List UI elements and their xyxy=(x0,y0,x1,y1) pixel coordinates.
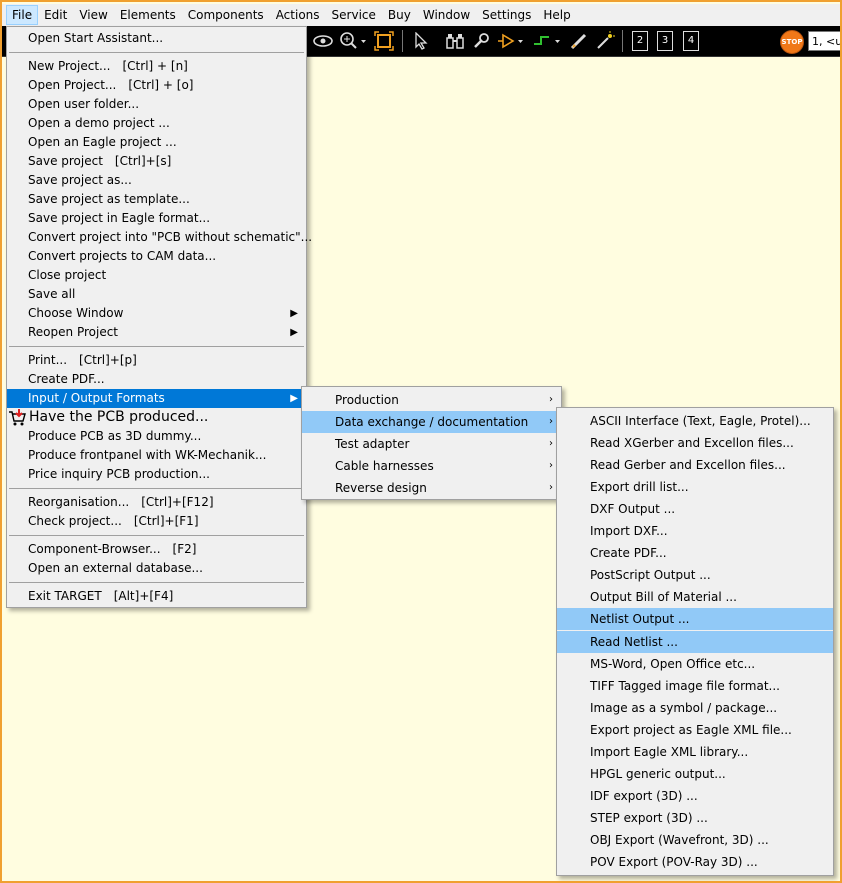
save-all-item[interactable]: Save all xyxy=(7,285,306,304)
zoom-icon[interactable] xyxy=(338,30,368,52)
bill-of-material-item[interactable]: Output Bill of Material ... xyxy=(557,586,833,608)
doc-2-button[interactable]: 2 xyxy=(632,31,648,51)
fit-screen-icon[interactable] xyxy=(372,30,396,52)
reopen-project-item[interactable]: Reopen Project ▶ xyxy=(7,323,306,342)
choose-window-item[interactable]: Choose Window ▶ xyxy=(7,304,306,323)
frontpanel-item[interactable]: Produce frontpanel with WK-Mechanik... xyxy=(7,446,306,465)
menu-file[interactable]: File xyxy=(6,5,39,25)
pencil-icon[interactable] xyxy=(568,30,590,52)
obj-export-item[interactable]: OBJ Export (Wavefront, 3D) ... xyxy=(557,829,833,851)
production-item[interactable]: Production › xyxy=(302,389,561,411)
convert-cam-item[interactable]: Convert projects to CAM data... xyxy=(7,247,306,266)
menu-view[interactable]: View xyxy=(73,5,113,25)
export-eagle-xml-item[interactable]: Export project as Eagle XML file... xyxy=(557,719,833,741)
submenu-arrow-icon: › xyxy=(549,394,553,405)
submenu-arrow-icon: › xyxy=(549,416,553,427)
magic-wand-icon[interactable] xyxy=(594,30,616,52)
menu-help[interactable]: Help xyxy=(537,5,576,25)
export-drill-list-item[interactable]: Export drill list... xyxy=(557,476,833,498)
menu-actions[interactable]: Actions xyxy=(270,5,326,25)
component-browser-item[interactable]: Component-Browser... [F2] xyxy=(7,540,306,559)
pointer-icon[interactable] xyxy=(410,30,432,52)
eye-icon[interactable] xyxy=(312,30,334,52)
io-formats-submenu: Production › Data exchange / documentatio… xyxy=(301,386,562,500)
menu-window[interactable]: Window xyxy=(417,5,476,25)
file-menu: Open Start Assistant... New Project... [C… xyxy=(6,26,312,608)
stop-icon[interactable]: STOP xyxy=(780,30,804,54)
submenu-arrow-icon: › xyxy=(549,438,553,449)
menu-edit[interactable]: Edit xyxy=(38,5,73,25)
submenu-arrow-icon: ▶ xyxy=(290,327,298,338)
cable-harnesses-item[interactable]: Cable harnesses › xyxy=(302,455,561,477)
pov-export-item[interactable]: POV Export (POV-Ray 3D) ... xyxy=(557,851,833,873)
import-dxf-item[interactable]: Import DXF... xyxy=(557,520,833,542)
have-pcb-produced-item[interactable]: Have the PCB produced... xyxy=(7,408,306,427)
import-eagle-xml-item[interactable]: Import Eagle XML library... xyxy=(557,741,833,763)
save-project-item[interactable]: Save project [Ctrl]+[s] xyxy=(7,152,306,171)
menu-buy[interactable]: Buy xyxy=(382,5,417,25)
reverse-design-item[interactable]: Reverse design › xyxy=(302,477,561,499)
component-icon[interactable] xyxy=(496,30,526,52)
new-project-item[interactable]: New Project... [Ctrl] + [n] xyxy=(7,57,306,76)
doc-4-button[interactable]: 4 xyxy=(683,31,699,51)
external-database-item[interactable]: Open an external database... xyxy=(7,559,306,578)
wire-icon[interactable] xyxy=(532,30,564,52)
exit-item[interactable]: Exit TARGET [Alt]+[F4] xyxy=(7,587,306,606)
menu-components[interactable]: Components xyxy=(182,5,270,25)
read-xgerber-item[interactable]: Read XGerber and Excellon files... xyxy=(557,432,833,454)
open-project-item[interactable]: Open Project... [Ctrl] + [o] xyxy=(7,76,306,95)
io-formats-item[interactable]: Input / Output Formats ▶ xyxy=(7,389,306,408)
open-user-folder-item[interactable]: Open user folder... xyxy=(7,95,306,114)
submenu-arrow-icon: › xyxy=(549,482,553,493)
binoculars-icon[interactable] xyxy=(444,30,466,52)
check-project-item[interactable]: Check project... [Ctrl]+[F1] xyxy=(7,512,306,531)
save-as-template-item[interactable]: Save project as template... xyxy=(7,190,306,209)
submenu-arrow-icon: ▶ xyxy=(290,393,298,404)
menubar: File Edit View Elements Components Actio… xyxy=(2,4,840,26)
tiff-output-item[interactable]: TIFF Tagged image file format... xyxy=(557,675,833,697)
price-inquiry-item[interactable]: Price inquiry PCB production... xyxy=(7,465,306,484)
ms-word-item[interactable]: MS-Word, Open Office etc... xyxy=(557,653,833,675)
save-eagle-format-item[interactable]: Save project in Eagle format... xyxy=(7,209,306,228)
image-symbol-item[interactable]: Image as a symbol / package... xyxy=(557,697,833,719)
read-netlist-item[interactable]: Read Netlist ... xyxy=(557,630,833,653)
close-project-item[interactable]: Close project xyxy=(7,266,306,285)
test-adapter-item[interactable]: Test adapter › xyxy=(302,433,561,455)
create-pdf-item[interactable]: Create PDF... xyxy=(7,370,306,389)
menu-settings[interactable]: Settings xyxy=(476,5,537,25)
submenu-arrow-icon: › xyxy=(549,460,553,471)
open-eagle-project-item[interactable]: Open an Eagle project ... xyxy=(7,133,306,152)
menu-service[interactable]: Service xyxy=(326,5,382,25)
doc-3-button[interactable]: 3 xyxy=(657,31,673,51)
postscript-output-item[interactable]: PostScript Output ... xyxy=(557,564,833,586)
open-demo-project-item[interactable]: Open a demo project ... xyxy=(7,114,306,133)
data-exchange-item[interactable]: Data exchange / documentation › xyxy=(302,411,561,433)
hpgl-output-item[interactable]: HPGL generic output... xyxy=(557,763,833,785)
layer-select[interactable]: 1, <un xyxy=(808,31,842,51)
netlist-output-item[interactable]: Netlist Output ... xyxy=(557,608,833,630)
convert-pcb-item[interactable]: Convert project into "PCB without schema… xyxy=(7,228,312,247)
create-pdf-item[interactable]: Create PDF... xyxy=(557,542,833,564)
submenu-arrow-icon: ▶ xyxy=(290,308,298,319)
step-export-item[interactable]: STEP export (3D) ... xyxy=(557,807,833,829)
save-project-as-item[interactable]: Save project as... xyxy=(7,171,306,190)
pcb-3d-dummy-item[interactable]: Produce PCB as 3D dummy... xyxy=(7,427,306,446)
data-exchange-submenu: ASCII Interface (Text, Eagle, Protel)...… xyxy=(556,407,834,876)
read-gerber-item[interactable]: Read Gerber and Excellon files... xyxy=(557,454,833,476)
dxf-output-item[interactable]: DXF Output ... xyxy=(557,498,833,520)
print-item[interactable]: Print... [Ctrl]+[p] xyxy=(7,351,306,370)
wrench-icon[interactable] xyxy=(470,30,492,52)
idf-export-item[interactable]: IDF export (3D) ... xyxy=(557,785,833,807)
ascii-interface-item[interactable]: ASCII Interface (Text, Eagle, Protel)... xyxy=(557,410,833,432)
reorganisation-item[interactable]: Reorganisation... [Ctrl]+[F12] xyxy=(7,493,306,512)
menu-elements[interactable]: Elements xyxy=(114,5,182,25)
open-start-assistant-item[interactable]: Open Start Assistant... xyxy=(7,29,306,48)
